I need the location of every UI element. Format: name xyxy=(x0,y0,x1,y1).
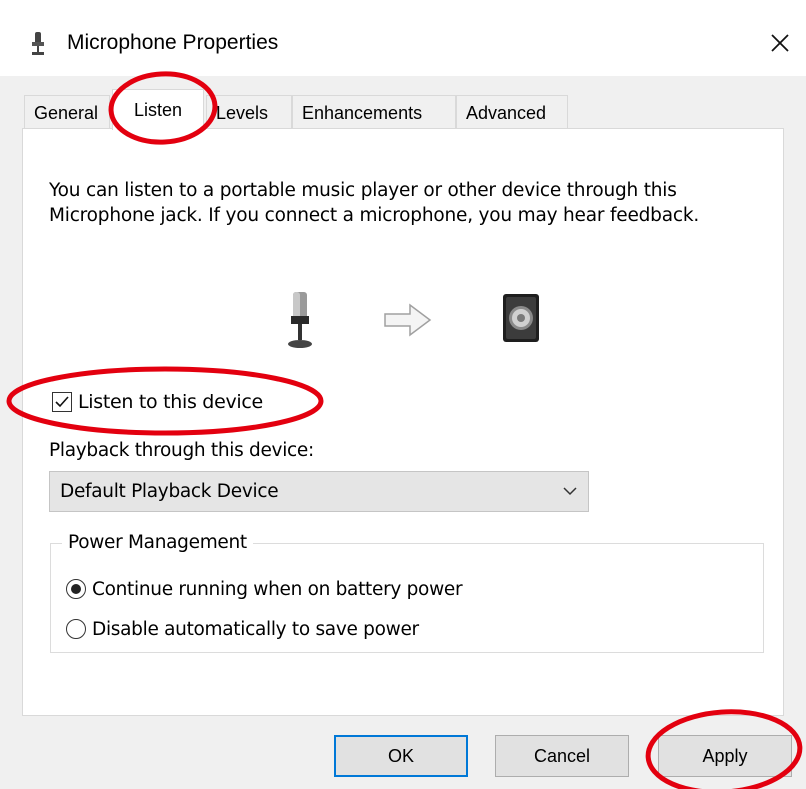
close-button[interactable] xyxy=(764,27,796,59)
checkmark-icon xyxy=(55,396,69,408)
listen-checkbox-row[interactable]: Listen to this device xyxy=(52,388,263,416)
microphone-icon xyxy=(288,292,312,348)
playback-device-value: Default Playback Device xyxy=(60,481,279,502)
microphone-icon xyxy=(32,32,44,55)
device-illustration xyxy=(288,292,539,348)
chevron-down-icon xyxy=(563,487,577,496)
screenshot-root: Microphone Properties General Listen Lev… xyxy=(0,0,806,789)
tab-enhancements[interactable]: Enhancements xyxy=(292,95,456,129)
radio-disable-automatically-label: Disable automatically to save power xyxy=(92,618,419,640)
dialog-title: Microphone Properties xyxy=(67,31,279,54)
listen-checkbox[interactable] xyxy=(52,392,72,412)
tab-general[interactable]: General xyxy=(24,95,110,129)
power-management-legend: Power Management xyxy=(62,532,253,553)
listen-description: You can listen to a portable music playe… xyxy=(49,180,700,226)
tab-advanced[interactable]: Advanced xyxy=(456,95,568,129)
title-bar: Microphone Properties xyxy=(0,12,806,76)
radio-continue-running-button[interactable] xyxy=(66,579,86,599)
radio-disable-automatically[interactable]: Disable automatically to save power xyxy=(66,615,419,643)
radio-continue-running-label: Continue running when on battery power xyxy=(92,578,463,600)
playback-device-select[interactable]: Default Playback Device xyxy=(49,471,589,512)
arrow-right-icon xyxy=(384,303,432,337)
listen-checkbox-label: Listen to this device xyxy=(78,391,263,413)
radio-disable-automatically-button[interactable] xyxy=(66,619,86,639)
playback-device-label: Playback through this device: xyxy=(49,440,314,461)
cancel-button[interactable]: Cancel xyxy=(495,735,629,777)
close-icon xyxy=(771,34,789,52)
apply-button[interactable]: Apply xyxy=(658,735,792,777)
tab-levels[interactable]: Levels xyxy=(206,95,292,129)
ok-button[interactable]: OK xyxy=(334,735,468,777)
radio-continue-running[interactable]: Continue running when on battery power xyxy=(66,575,463,603)
tab-listen[interactable]: Listen xyxy=(112,89,204,130)
speaker-icon xyxy=(503,294,539,342)
